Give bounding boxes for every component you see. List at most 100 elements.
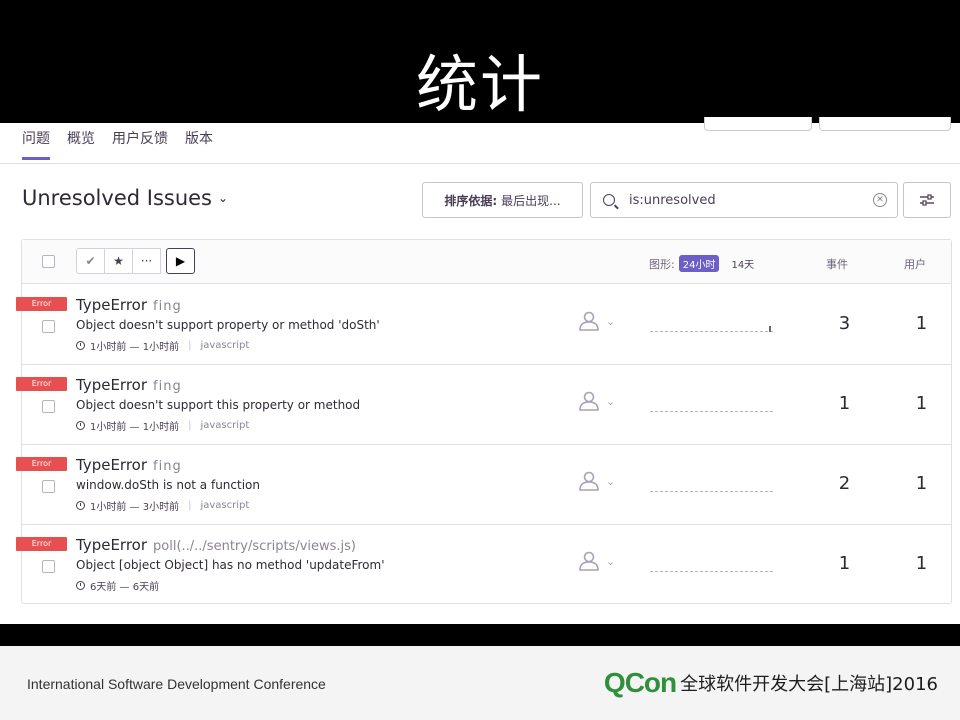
issue-title[interactable]: TypeError fing <box>76 456 182 474</box>
range-14d-button[interactable]: 14天 <box>731 256 754 271</box>
bookmark-button[interactable]: ★ <box>104 248 133 274</box>
issue-platform: javascript <box>200 340 250 351</box>
issue-message: Object doesn't support this property or … <box>76 398 361 412</box>
issue-sparkline <box>650 491 773 492</box>
issue-type: TypeError <box>76 376 148 394</box>
more-actions-button[interactable]: ··· <box>132 248 161 274</box>
user-count[interactable]: 1 <box>899 553 944 574</box>
assignee-selector[interactable]: ⌄ <box>578 551 615 571</box>
tab-issues[interactable]: 问题 <box>22 128 50 160</box>
top-dropdown-button[interactable] <box>704 117 812 131</box>
issue-time: 1小时前 — 1小时前 <box>90 342 180 353</box>
user-count[interactable]: 1 <box>899 473 944 494</box>
qcon-branding: QCon 全球软件开发大会[上海站]2016 <box>603 667 938 698</box>
issue-message: Object [object Object] has no method 'up… <box>76 558 385 572</box>
conference-event: 全球软件开发大会[上海站]2016 <box>680 674 938 695</box>
tab-releases[interactable]: 版本 <box>185 128 213 160</box>
realtime-play-button[interactable]: ▶ <box>166 248 195 274</box>
issue-time: 1小时前 — 3小时前 <box>90 502 180 513</box>
clock-icon <box>76 421 85 430</box>
level-badge: Error <box>16 297 67 311</box>
play-icon: ▶ <box>175 254 186 268</box>
chevron-down-icon: ⌄ <box>606 314 616 328</box>
sparkline-bar <box>768 326 771 332</box>
slide-title: 统计 <box>415 48 544 121</box>
search-query: is:unresolved <box>629 192 716 208</box>
level-badge: Error <box>16 537 67 551</box>
issues-screen: 问题 概览 用户反馈 版本 Unresolved Issues ⌄ 排序依据: … <box>0 117 960 624</box>
conference-name: International Software Development Confe… <box>27 676 326 692</box>
sliders-icon <box>920 194 934 206</box>
clock-icon <box>76 341 85 350</box>
issue-time: 6天前 — 6天前 <box>90 582 160 593</box>
user-count[interactable]: 1 <box>899 393 944 414</box>
issue-type: TypeError <box>76 456 148 474</box>
issue-title[interactable]: TypeError fing <box>76 296 182 314</box>
select-all-checkbox[interactable] <box>42 255 55 268</box>
user-icon <box>579 391 599 411</box>
top-dropdown-button[interactable] <box>819 117 951 131</box>
meta-separator: | <box>188 420 192 431</box>
issue-message: window.doSth is not a function <box>76 478 260 492</box>
nav-tabs: 问题 概览 用户反馈 版本 <box>22 128 213 160</box>
issue-culprit: poll(../../sentry/scripts/views.js) <box>153 539 357 554</box>
bulk-actions: ✔ ★ ··· ▶ <box>76 248 195 274</box>
page-title-text: Unresolved Issues <box>22 186 212 210</box>
issue-row[interactable]: Error TypeError fing window.doSth is not a … <box>16 445 951 525</box>
tab-user-feedback[interactable]: 用户反馈 <box>112 128 168 160</box>
issue-title[interactable]: TypeError fing <box>76 376 182 394</box>
display-settings-button[interactable] <box>903 182 951 218</box>
issue-culprit: fing <box>153 459 182 474</box>
issue-checkbox[interactable] <box>42 480 55 493</box>
event-count[interactable]: 1 <box>822 553 867 574</box>
assignee-selector[interactable]: ⌄ <box>578 391 615 411</box>
issue-time: 1小时前 — 1小时前 <box>90 422 180 433</box>
event-count[interactable]: 1 <box>822 393 867 414</box>
issue-message: Object doesn't support property or metho… <box>76 318 380 332</box>
chevron-down-icon: ⌄ <box>606 474 616 488</box>
check-icon: ✔ <box>85 254 96 268</box>
issue-row[interactable]: Error TypeError poll(../../sentry/scripts/… <box>16 525 951 605</box>
meta-separator: | <box>188 500 192 511</box>
qcon-logo: QCon <box>603 667 677 698</box>
meta-separator: | <box>188 340 192 351</box>
tab-overview[interactable]: 概览 <box>67 128 95 160</box>
slide-band <box>0 624 960 646</box>
issue-meta: 1小时前 — 1小时前 | javascript <box>76 418 249 433</box>
users-column-header: 用户 <box>904 258 926 271</box>
level-badge: Error <box>16 457 67 471</box>
chevron-down-icon: ⌄ <box>218 191 229 205</box>
user-icon <box>579 551 599 571</box>
issue-type: TypeError <box>76 296 148 314</box>
chevron-down-icon: ⌄ <box>606 394 616 408</box>
assignee-selector[interactable]: ⌄ <box>578 471 615 491</box>
issue-meta: 6天前 — 6天前 <box>76 578 159 593</box>
user-count[interactable]: 1 <box>899 313 944 334</box>
ellipsis-icon: ··· <box>140 254 153 268</box>
event-count[interactable]: 2 <box>822 473 867 494</box>
assignee-selector[interactable]: ⌄ <box>578 311 615 331</box>
issue-checkbox[interactable] <box>42 400 55 413</box>
issues-panel: ✔ ★ ··· ▶ 图形: 24小时 14天 事件 用户 Error TypeEr… <box>16 239 952 605</box>
issue-checkbox[interactable] <box>42 320 55 333</box>
range-24h-button[interactable]: 24小时 <box>678 255 720 272</box>
sort-button[interactable]: 排序依据: 最后出现... <box>422 182 583 218</box>
graph-label: 图形: <box>649 257 675 271</box>
user-icon <box>579 471 599 491</box>
search-icon <box>603 194 615 206</box>
issue-row[interactable]: Error TypeError fing Object doesn't support… <box>16 365 951 445</box>
sort-value: 最后出现... <box>501 193 561 208</box>
issue-sparkline <box>650 326 773 332</box>
page-title[interactable]: Unresolved Issues ⌄ <box>22 186 228 210</box>
issue-row[interactable]: Error TypeError fing Object doesn't support… <box>16 285 951 365</box>
sort-label: 排序依据: <box>444 193 498 208</box>
search-input[interactable]: is:unresolved ✕ <box>590 182 898 218</box>
issue-culprit: fing <box>153 379 182 394</box>
issue-title[interactable]: TypeError poll(../../sentry/scripts/views… <box>76 536 356 554</box>
issue-checkbox[interactable] <box>42 560 55 573</box>
clock-icon <box>76 581 85 590</box>
resolve-button[interactable]: ✔ <box>76 248 105 274</box>
clear-search-icon[interactable]: ✕ <box>873 193 887 207</box>
issue-meta: 1小时前 — 3小时前 | javascript <box>76 498 249 513</box>
event-count[interactable]: 3 <box>822 313 867 334</box>
